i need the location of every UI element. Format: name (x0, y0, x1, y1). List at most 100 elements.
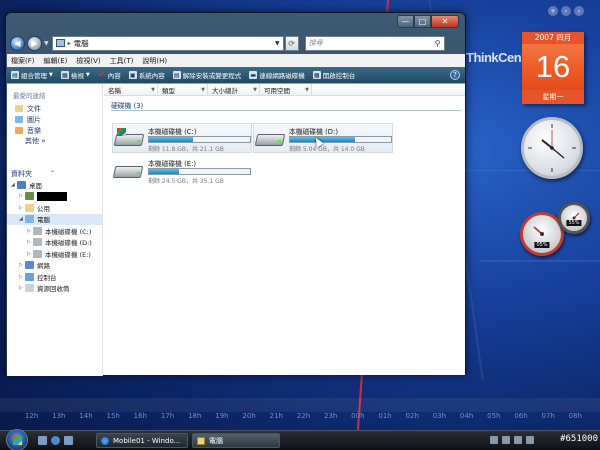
column-header-label: 類型 (162, 86, 175, 95)
menu-item[interactable]: 檢視(V) (76, 56, 100, 66)
chevron-down-icon[interactable]: ▼ (253, 87, 257, 93)
tree-item[interactable]: ▷ 本機磁碟機 (D:) (7, 237, 102, 249)
sidebar-add-gadget-button[interactable]: + (548, 6, 558, 16)
minimize-button[interactable]: — (397, 15, 414, 28)
recent-pages-dropdown[interactable]: ▼ (44, 40, 49, 47)
column-header[interactable]: 名稱 ▼ (104, 84, 158, 95)
column-header[interactable]: 大小總計 ▼ (208, 84, 260, 95)
breadcrumb-arrow-icon[interactable]: ▸ (68, 40, 71, 47)
back-button[interactable]: ◀ (10, 35, 25, 51)
clock-face-icon (528, 124, 576, 172)
tree-item[interactable]: ▷ 本機磁碟機 (E:) (7, 248, 102, 260)
menu-item[interactable]: 工具(T) (110, 56, 134, 66)
favorite-link-label: 音樂 (27, 126, 41, 135)
show-desktop-icon[interactable] (38, 436, 47, 445)
tray-network-icon[interactable] (490, 436, 498, 444)
toolbar-button[interactable]: ▤ 解除安裝或變更程式 (172, 70, 241, 80)
memory-meter-value: 55% (566, 220, 582, 226)
menu-item[interactable]: 檔案(F) (11, 56, 35, 66)
help-icon[interactable]: ? (450, 70, 460, 80)
tree-item-label: 資源回收筒 (37, 285, 70, 294)
documents-icon (15, 105, 23, 112)
chevron-down-icon: ▼ (85, 72, 90, 78)
quick-launch (38, 436, 73, 445)
timeline-tick-label: 07h (541, 412, 555, 420)
tree-item[interactable]: ▷ 資源回收筒 (7, 283, 102, 295)
toolbar-button[interactable]: ▦ 檢視 ▼ (60, 70, 90, 80)
tray-app-icon[interactable] (526, 436, 534, 444)
chevron-down-icon[interactable]: ▼ (201, 87, 205, 93)
drive-item[interactable]: 本機磁碟機 (D:) 剩餘 5.04 GB，共 14.0 GB (253, 123, 393, 153)
tree-item[interactable]: ◢ 桌面 (7, 179, 102, 191)
clock-gadget[interactable] (521, 117, 583, 179)
tray-app-icon[interactable] (514, 436, 522, 444)
folders-header[interactable]: 資料夾 ⌃ (7, 168, 102, 179)
group-header-hard-drives[interactable]: 硬碟機 (3) (111, 100, 461, 111)
menu-item[interactable]: 編輯(E) (44, 56, 68, 66)
column-header[interactable]: 可用空間 ▼ (260, 84, 312, 95)
windows-logo-icon (13, 436, 22, 445)
menu-item[interactable]: 說明(H) (142, 56, 167, 66)
column-headers: 名稱 ▼ 類型 ▼ 大小總計 ▼ 可用空間 ▼ (104, 84, 465, 96)
timeline-tick-label: 04h (459, 412, 474, 420)
close-button[interactable]: ✕ (431, 15, 459, 28)
toolbar-button-label: 組合管理 (21, 72, 47, 80)
search-icon[interactable]: ⚲ (435, 39, 441, 48)
tree-item[interactable]: ▷ 公用 (7, 202, 102, 214)
switch-windows-icon[interactable] (64, 436, 73, 445)
chevron-down-icon[interactable]: ▼ (305, 87, 309, 93)
folders-tree: 資料夾 ⌃ ◢ 桌面 ▷ ▷ 公用 ◢ 電腦 ▷ 本機磁碟機 (C:) ▷ 本機磁碟機 (D:) ▷ 本… (7, 168, 102, 294)
address-dropdown-icon[interactable]: ▼ (275, 40, 280, 47)
system-properties-icon: ▣ (128, 71, 137, 79)
favorites-more-link[interactable]: 其他 » (7, 136, 102, 148)
command-bar-items: ▤ 組合管理 ▼ ▦ 檢視 ▼ ✔ 內容 ▣ 系統內容 ▤ 解除安裝或變更程式 ▬ 連線網路磁碟機 ▦ 開啟控… (11, 70, 363, 80)
favorite-link[interactable]: 音樂 (15, 125, 102, 136)
drive-name: 本機磁碟機 (C:) (148, 128, 197, 136)
column-header[interactable]: 類型 ▼ (158, 84, 208, 95)
explorer-window: — □ ✕ ◀ ▶ ▼ ▸ 電腦 ▼ ⟳ 搜尋 ⚲ 檔案(F) 編輯(E) 檢視(V… (5, 12, 466, 376)
cpu-meter-gadget[interactable]: 05% 55% (518, 202, 593, 257)
favorite-link[interactable]: 文件 (15, 103, 102, 114)
chevron-down-icon[interactable]: ▼ (151, 87, 155, 93)
tree-item[interactable]: ▷ (7, 191, 102, 203)
toolbar-button[interactable]: ▬ 連線網路磁碟機 (249, 70, 305, 80)
timeline-tick-label: 08h (568, 412, 583, 420)
toolbar-button[interactable]: ▣ 系統內容 (128, 70, 165, 80)
refresh-button[interactable]: ⟳ (284, 35, 299, 51)
toolbar-button[interactable]: ✔ 內容 (98, 70, 121, 80)
chevron-down-icon: ▼ (49, 72, 53, 78)
forward-button[interactable]: ▶ (27, 35, 42, 51)
music-icon (15, 127, 23, 134)
tray-volume-icon[interactable] (502, 436, 510, 444)
ie-quicklaunch-icon[interactable] (51, 436, 60, 445)
address-bar[interactable]: ▸ 電腦 ▼ (51, 35, 284, 51)
toolbar-button[interactable]: ▤ 組合管理 ▼ (11, 70, 53, 80)
sidebar-next-button[interactable]: › (574, 6, 584, 16)
favorite-link[interactable]: 圖片 (15, 114, 102, 125)
map-drive-icon: ▬ (249, 71, 258, 79)
toolbar-button[interactable]: ▦ 開啟控制台 (312, 70, 355, 80)
column-header-label: 大小總計 (212, 86, 238, 95)
favorite-link-label: 文件 (27, 104, 41, 113)
timeline-tick-label: 14h (79, 412, 93, 420)
tree-item[interactable]: ◢ 電腦 (7, 213, 102, 225)
redacted-username (37, 191, 67, 201)
taskbar-button-computer[interactable]: 電腦 (192, 433, 280, 448)
taskbar-button-browser[interactable]: Mobile01 - Windo... (96, 433, 188, 448)
tree-item[interactable]: ▷ 控制台 (7, 271, 102, 283)
search-input[interactable]: 搜尋 ⚲ (304, 35, 445, 51)
timeline-tick-label: 01h (378, 412, 392, 420)
drive-item[interactable]: 本機磁碟機 (E:) 剩餘 24.5 GB，共 35.1 GB (112, 156, 252, 186)
calendar-gadget[interactable]: 2007 四月 16 星期一 (522, 32, 584, 104)
maximize-button[interactable]: □ (414, 15, 431, 28)
sidebar-prev-button[interactable]: ‹ (561, 6, 571, 16)
tree-item[interactable]: ▷ 網路 (7, 260, 102, 272)
tree-item[interactable]: ▷ 本機磁碟機 (C:) (7, 225, 102, 237)
timeline-tick-label: 18h (188, 412, 202, 420)
start-button[interactable] (6, 429, 28, 450)
views-icon: ▦ (60, 71, 69, 79)
control-panel-icon: ▦ (312, 71, 321, 79)
drive-free-space: 剩餘 5.04 GB，共 14.0 GB (289, 146, 365, 153)
tree-item-label: 控制台 (37, 273, 57, 282)
drive-item[interactable]: 本機磁碟機 (C:) 剩餘 11.8 GB，共 21.1 GB (112, 123, 252, 153)
